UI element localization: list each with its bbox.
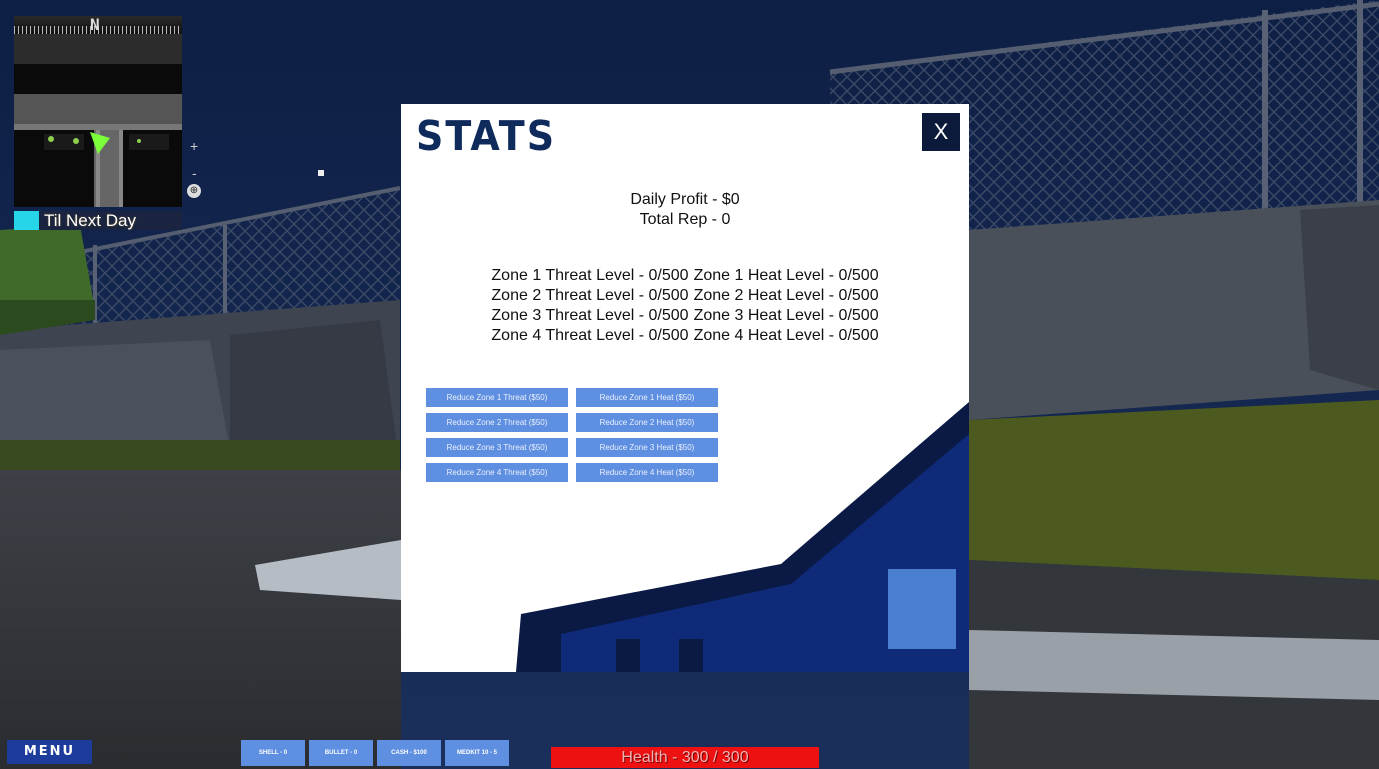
inventory-bar: SHELL - 0 BULLET - 0 CASH - $100 MEDKIT … [241, 740, 509, 766]
zone-heat-level: Zone 3 Heat Level - 0/500 [693, 307, 879, 324]
total-rep: Total Rep - 0 [639, 211, 731, 228]
road [0, 470, 401, 769]
crosshair-icon[interactable]: ⊕ [187, 184, 201, 198]
health-label: Health - 300 / 300 [621, 749, 749, 766]
reduce-buttons: Reduce Zone 1 Threat ($50) Reduce Zone 1… [426, 388, 718, 488]
reduce-zone-3-heat-button[interactable]: Reduce Zone 3 Heat ($50) [576, 438, 718, 457]
grass-right [969, 400, 1379, 580]
zone-heat-level: Zone 1 Heat Level - 0/500 [693, 267, 879, 284]
zone-levels: Zone 1 Threat Level - 0/500 Zone 1 Heat L… [401, 266, 969, 346]
compass-north-label: N [90, 16, 100, 34]
minimap[interactable]: N [14, 16, 182, 207]
zone-threat-level: Zone 4 Threat Level - 0/500 [491, 327, 689, 344]
zone-threat-level: Zone 1 Threat Level - 0/500 [491, 267, 689, 284]
reduce-zone-3-threat-button[interactable]: Reduce Zone 3 Threat ($50) [426, 438, 568, 457]
zone-row: Zone 1 Threat Level - 0/500 Zone 1 Heat L… [401, 266, 969, 286]
bullet-count[interactable]: BULLET - 0 [309, 740, 373, 766]
reduce-zone-1-heat-button[interactable]: Reduce Zone 1 Heat ($50) [576, 388, 718, 407]
minimap-view [14, 34, 182, 207]
zone-threat-level: Zone 2 Threat Level - 0/500 [491, 287, 689, 304]
shell-count[interactable]: SHELL - 0 [241, 740, 305, 766]
zone-row: Zone 2 Threat Level - 0/500 Zone 2 Heat L… [401, 286, 969, 306]
day-progress-fill [14, 211, 40, 230]
minimap-zoom-in-button[interactable]: + [190, 138, 198, 154]
day-progress-label: Til Next Day [44, 211, 136, 230]
health-bar: Health - 300 / 300 [551, 747, 819, 768]
stats-title: STATS [416, 112, 557, 160]
day-progress-bar: Til Next Day [14, 211, 182, 230]
zone-row: Zone 4 Threat Level - 0/500 Zone 4 Heat L… [401, 326, 969, 346]
zone-threat-level: Zone 3 Threat Level - 0/500 [491, 307, 689, 324]
reduce-zone-4-threat-button[interactable]: Reduce Zone 4 Threat ($50) [426, 463, 568, 482]
medkit-count[interactable]: MEDKIT 10 - 5 [445, 740, 509, 766]
zone-heat-level: Zone 4 Heat Level - 0/500 [693, 327, 879, 344]
stats-dialog: STATS X Daily Profit - $0 Total Rep - 0 … [401, 104, 969, 672]
stats-summary: Daily Profit - $0 Total Rep - 0 [401, 190, 969, 230]
reduce-zone-1-threat-button[interactable]: Reduce Zone 1 Threat ($50) [426, 388, 568, 407]
zone-row: Zone 3 Threat Level - 0/500 Zone 3 Heat L… [401, 306, 969, 326]
zone-heat-level: Zone 2 Heat Level - 0/500 [693, 287, 879, 304]
compass: N [14, 16, 182, 34]
close-button[interactable]: X [922, 113, 960, 151]
reduce-zone-2-threat-button[interactable]: Reduce Zone 2 Threat ($50) [426, 413, 568, 432]
menu-button[interactable]: MENU [7, 740, 92, 764]
minimap-zoom-out-button[interactable]: - [192, 165, 197, 181]
reduce-zone-2-heat-button[interactable]: Reduce Zone 2 Heat ($50) [576, 413, 718, 432]
reduce-zone-4-heat-button[interactable]: Reduce Zone 4 Heat ($50) [576, 463, 718, 482]
daily-profit: Daily Profit - $0 [630, 191, 740, 208]
cash-amount[interactable]: CASH - $100 [377, 740, 441, 766]
